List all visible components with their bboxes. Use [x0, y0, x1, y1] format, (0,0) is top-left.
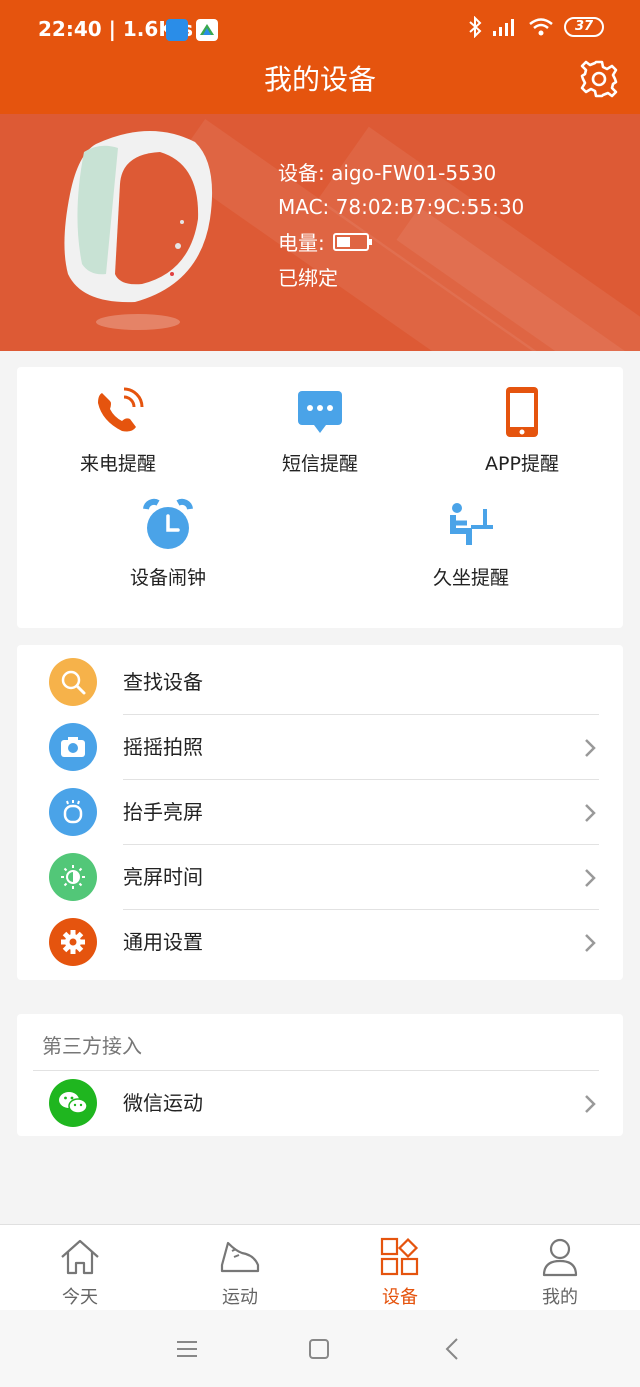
tab-me[interactable]: 我的 [480, 1225, 640, 1311]
settings-gear-icon[interactable] [578, 58, 620, 100]
feature-call-reminder[interactable]: 来电提醒 [18, 383, 218, 476]
feature-sedentary[interactable]: 久坐提醒 [371, 497, 571, 590]
tab-label: 运动 [222, 1287, 258, 1308]
third-party-section: 第三方接入 微信运动 [17, 1014, 623, 1136]
app-notification-icon [196, 19, 218, 41]
message-icon [298, 391, 342, 433]
wrist-icon [49, 788, 97, 836]
app-notification-icon [166, 19, 188, 41]
tab-label: 我的 [542, 1287, 578, 1308]
phone-ring-icon [98, 387, 144, 432]
chevron-right-icon [585, 934, 596, 952]
menu-label: 查找设备 [123, 670, 203, 694]
page-title: 我的设备 [263, 63, 376, 96]
bottom-tab-bar: 今天 运动 设备 我的 [0, 1224, 640, 1310]
gear-icon [49, 918, 97, 966]
battery-indicator: 37 [564, 17, 604, 37]
feature-sms-reminder[interactable]: 短信提醒 [220, 383, 420, 476]
user-icon [542, 1238, 578, 1277]
battery-label: 电量: [278, 231, 325, 255]
battery-level-icon [332, 232, 372, 251]
device-settings-list: 查找设备 摇摇拍照 抬手亮屏 亮屏时间 通用设置 [17, 645, 623, 980]
device-info: 设备: aigo-FW01-5530 MAC: 78:02:B7:9C:55:3… [278, 148, 524, 300]
feature-label: APP提醒 [485, 453, 559, 475]
tab-today[interactable]: 今天 [0, 1225, 160, 1311]
menu-raise-wake[interactable]: 抬手亮屏 [17, 780, 623, 845]
back-icon[interactable] [440, 1336, 466, 1362]
feature-label: 设备闹钟 [129, 567, 206, 589]
chevron-right-icon [585, 1095, 596, 1113]
header: 我的设备 [0, 58, 640, 114]
chevron-right-icon [585, 804, 596, 822]
tab-label: 设备 [382, 1287, 418, 1308]
menu-label: 微信运动 [123, 1091, 203, 1115]
bluetooth-icon [469, 16, 482, 38]
menu-shake-photo[interactable]: 摇摇拍照 [17, 715, 623, 780]
signal-icon [493, 19, 514, 36]
status-bar: 22:40 | 1.6K/s 37 [0, 0, 640, 58]
status-indicators: 37 [468, 16, 604, 38]
brightness-icon [49, 853, 97, 901]
menu-label: 摇摇拍照 [123, 735, 203, 759]
chevron-right-icon [585, 739, 596, 757]
menu-label: 亮屏时间 [123, 865, 203, 889]
reminder-grid: 来电提醒 短信提醒 APP提醒 设备闹钟 久坐提醒 [17, 367, 623, 628]
wechat-icon [49, 1079, 97, 1127]
wifi-icon [529, 18, 553, 36]
chevron-right-icon [585, 869, 596, 887]
wristband-image [64, 130, 213, 330]
search-icon [49, 658, 97, 706]
feature-app-reminder[interactable]: APP提醒 [422, 383, 622, 476]
grid-icon [380, 1237, 419, 1276]
menu-wechat-sport[interactable]: 微信运动 [17, 1071, 623, 1136]
bind-status: 已绑定 [278, 266, 338, 290]
home-icon [61, 1239, 99, 1275]
menu-screen-time[interactable]: 亮屏时间 [17, 845, 623, 910]
menu-label: 抬手亮屏 [123, 800, 203, 824]
camera-icon [49, 723, 97, 771]
smartphone-icon [506, 387, 538, 437]
feature-label: 短信提醒 [281, 453, 358, 475]
menu-find-device[interactable]: 查找设备 [17, 650, 623, 715]
home-button-icon[interactable] [306, 1336, 332, 1362]
sitting-icon [450, 503, 493, 545]
device-banner: 设备: aigo-FW01-5530 MAC: 78:02:B7:9C:55:3… [0, 114, 640, 351]
menu-icon[interactable] [174, 1336, 200, 1362]
tab-label: 今天 [62, 1287, 98, 1308]
feature-label: 久坐提醒 [432, 567, 509, 589]
tab-sport[interactable]: 运动 [160, 1225, 320, 1311]
tab-device[interactable]: 设备 [320, 1225, 480, 1311]
sneaker-icon [220, 1241, 260, 1273]
system-nav-bar [0, 1310, 640, 1387]
feature-alarm[interactable]: 设备闹钟 [68, 497, 268, 590]
menu-label: 通用设置 [123, 930, 203, 954]
menu-general-settings[interactable]: 通用设置 [17, 910, 623, 975]
section-title: 第三方接入 [42, 1034, 142, 1058]
alarm-clock-icon [143, 498, 193, 549]
feature-label: 来电提醒 [79, 453, 156, 475]
